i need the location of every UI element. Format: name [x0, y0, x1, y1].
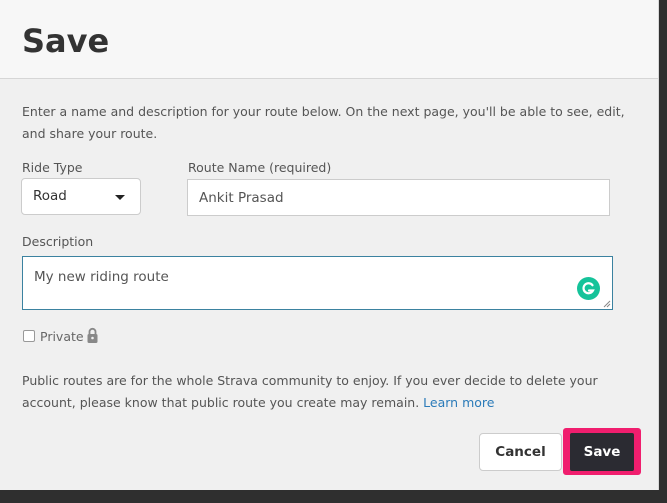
private-label[interactable]: Private: [40, 329, 84, 344]
learn-more-link[interactable]: Learn more: [423, 395, 494, 410]
cancel-button[interactable]: Cancel: [479, 433, 562, 471]
ride-type-select[interactable]: Road: [21, 178, 141, 215]
ride-type-label: Ride Type: [22, 160, 83, 175]
private-checkbox[interactable]: [23, 330, 35, 342]
ride-type-value: Road: [33, 188, 67, 204]
dialog-title: Save: [22, 22, 110, 60]
intro-text: Enter a name and description for your ro…: [22, 104, 625, 141]
route-name-input[interactable]: [187, 179, 610, 216]
notice-text: Public routes are for the whole Strava c…: [22, 373, 598, 410]
description-label: Description: [22, 234, 94, 249]
chevron-down-icon: [115, 195, 125, 200]
resize-handle-icon[interactable]: [603, 300, 611, 308]
description-value: My new riding route: [34, 269, 169, 285]
public-routes-notice: Public routes are for the whole Strava c…: [22, 370, 642, 414]
save-button[interactable]: Save: [570, 433, 634, 471]
route-name-label: Route Name (required): [188, 160, 332, 175]
save-route-dialog: Save Enter a name and description for yo…: [0, 0, 659, 490]
lock-icon: [87, 327, 98, 343]
dialog-header: Save: [0, 0, 658, 79]
description-textarea[interactable]: My new riding route: [22, 256, 613, 310]
grammarly-icon[interactable]: [577, 277, 600, 300]
